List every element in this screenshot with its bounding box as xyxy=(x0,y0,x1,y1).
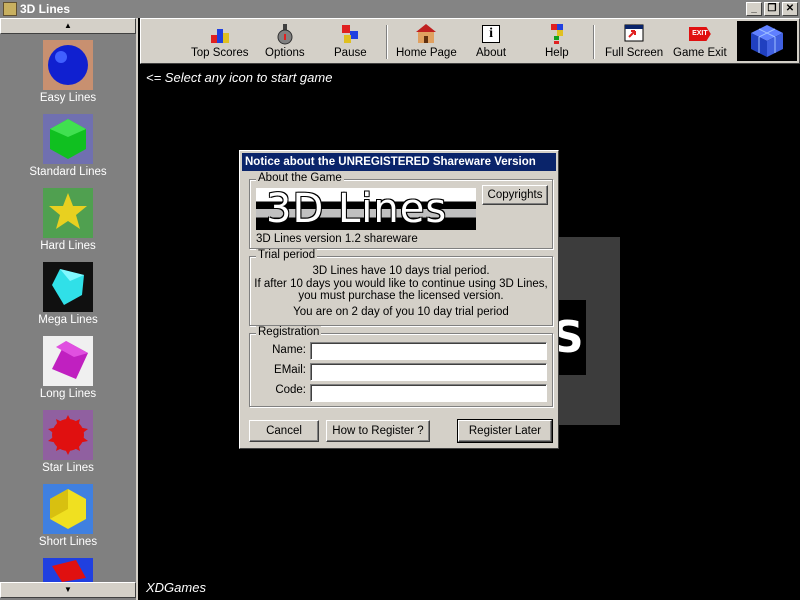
help-icon xyxy=(546,23,568,45)
group-title: Trial period xyxy=(256,249,318,261)
tool-label: Home Page xyxy=(396,47,457,59)
game-logo: 3D Lines xyxy=(256,188,476,230)
name-field[interactable] xyxy=(310,342,547,360)
name-label: Name: xyxy=(272,344,306,356)
scroll-down-button[interactable]: ▼ xyxy=(0,582,136,598)
full-screen-icon xyxy=(623,23,645,45)
cube-logo-icon xyxy=(737,21,797,61)
trial-group: Trial period 3D Lines have 10 days trial… xyxy=(249,249,553,326)
sidebar-item-label: Easy Lines xyxy=(39,92,97,104)
top-scores-icon xyxy=(209,23,231,45)
sidebar-item-standard-lines[interactable]: Standard Lines xyxy=(0,114,136,178)
email-label: EMail: xyxy=(274,364,306,376)
group-title: Registration xyxy=(256,326,322,338)
full-screen-button[interactable]: Full Screen xyxy=(605,23,663,59)
home-page-button[interactable]: Home Page xyxy=(396,23,457,59)
yellow-hexagon-icon xyxy=(43,484,93,534)
trial-text: 3D Lines have 10 days trial period. If a… xyxy=(254,265,548,318)
main-toolbar: Top Scores Options Pause Home Page i Abo… xyxy=(140,18,800,64)
logo-text: 3D Lines xyxy=(266,188,448,230)
sidebar-item-easy-lines[interactable]: Easy Lines xyxy=(0,40,136,104)
sidebar-item-label: Short Lines xyxy=(38,536,98,548)
code-field[interactable] xyxy=(310,384,547,402)
game-exit-button[interactable]: EXIT Game Exit xyxy=(673,23,727,59)
sidebar-item-label: Standard Lines xyxy=(29,166,107,178)
purple-cube-icon xyxy=(43,336,93,386)
copyrights-button[interactable]: Copyrights xyxy=(482,185,548,205)
dialog-title: Notice about the UNREGISTERED Shareware … xyxy=(242,153,556,171)
close-button[interactable]: ✕ xyxy=(782,2,798,16)
sidebar-item-label: Long Lines xyxy=(39,388,97,400)
about-button[interactable]: i About xyxy=(476,23,506,59)
tool-label: About xyxy=(476,47,507,59)
sidebar-item-label: Star Lines xyxy=(42,462,94,474)
sidebar-item-star-lines[interactable]: Star Lines xyxy=(0,410,136,474)
level-sidebar: ▲ Easy Lines Standard Lines Hard Lines M… xyxy=(0,18,138,600)
sidebar-item-mega-lines[interactable]: Mega Lines xyxy=(0,262,136,326)
sidebar-item-long-lines[interactable]: Long Lines xyxy=(0,336,136,400)
app-icon xyxy=(3,2,17,16)
pause-icon xyxy=(339,23,361,45)
tool-label: Help xyxy=(545,47,569,59)
top-scores-button[interactable]: Top Scores xyxy=(191,23,249,59)
sidebar-item-label: Mega Lines xyxy=(38,314,98,326)
tool-label: Pause xyxy=(334,47,367,59)
options-icon xyxy=(274,23,296,45)
sidebar-item-short-lines[interactable]: Short Lines xyxy=(0,484,136,548)
pause-button[interactable]: Pause xyxy=(334,23,367,59)
start-hint: <= Select any icon to start game xyxy=(146,70,333,85)
tool-label: Options xyxy=(265,47,305,59)
restore-button[interactable]: ❐ xyxy=(764,2,780,16)
window-title: 3D Lines xyxy=(20,2,71,16)
about-group: About the Game 3D Lines Copyrights 3D Li… xyxy=(249,172,553,249)
how-to-register-button[interactable]: How to Register ? xyxy=(326,420,430,442)
publisher-footer: XDGames xyxy=(146,580,206,595)
background-panel-inner: S xyxy=(558,300,586,375)
about-icon: i xyxy=(480,23,502,45)
minimize-button[interactable]: _ xyxy=(746,2,762,16)
red-cube-icon xyxy=(43,558,93,582)
tool-label: Top Scores xyxy=(191,47,249,59)
toolbar-separator xyxy=(593,25,595,59)
sidebar-item-label: Hard Lines xyxy=(40,240,96,252)
cancel-button[interactable]: Cancel xyxy=(249,420,319,442)
help-button[interactable]: Help xyxy=(545,23,569,59)
sidebar-item-more[interactable] xyxy=(0,558,136,582)
green-ball-icon xyxy=(43,114,93,164)
options-button[interactable]: Options xyxy=(265,23,305,59)
version-text: 3D Lines version 1.2 shareware xyxy=(256,233,418,245)
home-page-icon xyxy=(415,23,437,45)
background-letter: S xyxy=(558,312,584,363)
blue-sphere-icon xyxy=(43,40,93,90)
red-star-icon xyxy=(43,410,93,460)
game-exit-icon: EXIT xyxy=(688,23,711,45)
email-field[interactable] xyxy=(310,363,547,381)
group-title: About the Game xyxy=(256,172,344,184)
register-later-button[interactable]: Register Later xyxy=(457,419,553,443)
registration-group: Registration Name: EMail: Code: xyxy=(249,326,553,407)
window-title-bar: 3D Lines _ ❐ ✕ xyxy=(0,0,800,18)
yellow-star-icon xyxy=(43,188,93,238)
tool-label: Game Exit xyxy=(673,47,727,59)
cyan-diamond-icon xyxy=(43,262,93,312)
tool-label: Full Screen xyxy=(605,47,664,59)
scroll-up-button[interactable]: ▲ xyxy=(0,18,136,34)
toolbar-separator xyxy=(386,25,388,59)
unregistered-notice-dialog: Notice about the UNREGISTERED Shareware … xyxy=(239,150,559,449)
sidebar-item-hard-lines[interactable]: Hard Lines xyxy=(0,188,136,252)
code-label: Code: xyxy=(275,384,306,396)
